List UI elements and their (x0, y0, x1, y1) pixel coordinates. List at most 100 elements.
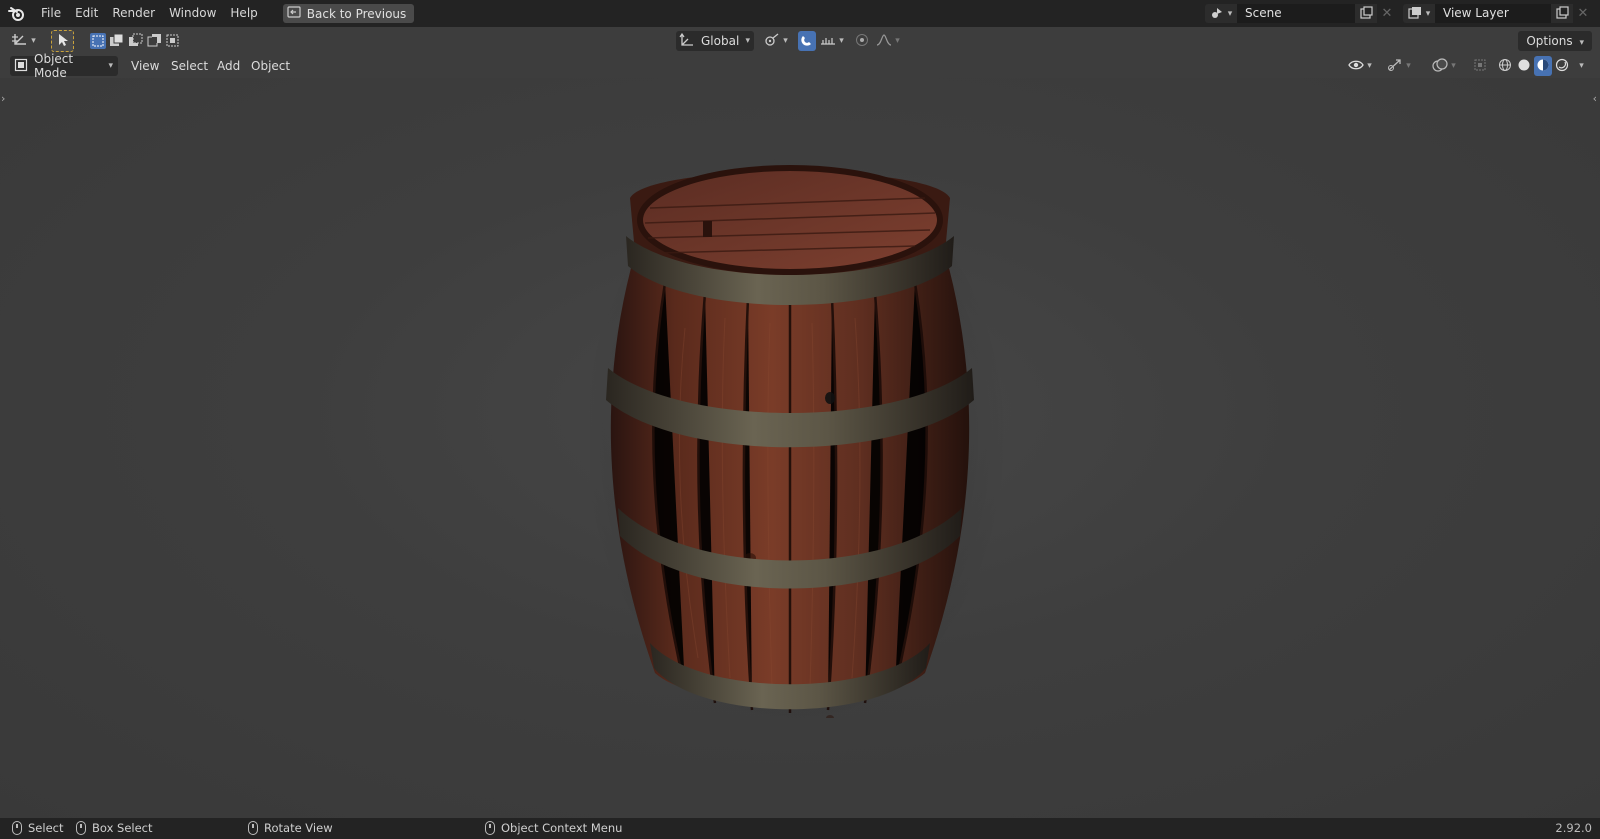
shading-solid-button[interactable] (1515, 56, 1533, 76)
gizmo-icon (1387, 58, 1403, 75)
rendered-sphere-icon (1555, 58, 1569, 75)
mouse-right-icon (485, 821, 495, 835)
mouse-middle-icon (248, 821, 258, 835)
blender-logo-icon[interactable] (0, 0, 34, 27)
menu-help[interactable]: Help (223, 0, 264, 27)
editor-type-button[interactable]: ▾ (8, 31, 40, 51)
shading-options-dropdown[interactable]: ▾ (1572, 56, 1588, 76)
viewport-icon (12, 33, 28, 50)
xray-icon (1473, 58, 1487, 75)
snap-toggle-button[interactable] (798, 31, 816, 51)
proportional-editing-button[interactable] (853, 31, 871, 51)
overlays-icon (1432, 57, 1448, 75)
viewport-header: Object Mode ▾ View Select Add Object ▾ ▾… (0, 52, 1600, 80)
object-mode-icon (14, 58, 28, 75)
mouse-left-icon (12, 821, 22, 835)
chevron-down-icon: ▾ (1425, 8, 1431, 19)
wireframe-sphere-icon (1498, 58, 1512, 75)
snap-target-dropdown[interactable]: ▾ (817, 31, 847, 51)
selection-mode-group (89, 31, 183, 51)
3d-viewport[interactable]: › ‹ (0, 78, 1600, 818)
object-visibility-dropdown[interactable]: ▾ (1345, 56, 1375, 76)
object-mode-label: Object Mode (34, 52, 74, 80)
version-label: 2.92.0 (1555, 821, 1592, 835)
back-arrow-icon (287, 6, 301, 21)
status-context: Object Context Menu (485, 821, 622, 835)
status-rotate: Rotate View (248, 821, 333, 835)
eye-icon (1348, 59, 1364, 74)
menu-edit[interactable]: Edit (68, 0, 105, 27)
view-layer-browse-button[interactable]: ▾ (1403, 4, 1435, 23)
select-intersect-icon[interactable] (166, 33, 182, 50)
orientation-axes-icon (679, 32, 695, 50)
chevron-down-icon: ▾ (108, 61, 113, 71)
viewport-menu-view[interactable]: View (131, 56, 159, 76)
pivot-link-icon (764, 32, 780, 50)
chevron-down-icon: ▾ (1227, 8, 1233, 19)
select-extend-icon[interactable] (109, 33, 125, 50)
proportional-falloff-dropdown[interactable]: ▾ (873, 31, 903, 51)
chevron-down-icon: ▾ (839, 36, 844, 46)
options-dropdown[interactable]: Options ▾ (1518, 31, 1592, 51)
shading-rendered-button[interactable] (1553, 56, 1571, 76)
overlays-toggle-button[interactable]: ▾ (1426, 56, 1462, 76)
status-select: Select (12, 821, 63, 835)
new-view-layer-button[interactable] (1551, 4, 1573, 23)
view-layer-icon (1408, 6, 1422, 22)
chevron-down-icon: ▾ (1367, 61, 1372, 71)
tweak-tool-button[interactable] (51, 30, 74, 52)
status-box-select: Box Select (76, 821, 153, 835)
proportional-circle-icon (855, 33, 869, 50)
status-bar: Select Box Select Rotate View Object Con… (0, 818, 1600, 839)
chevron-down-icon: ▾ (745, 36, 750, 46)
status-rotate-label: Rotate View (264, 821, 333, 835)
tool-header: ▾ Global ▾ ▾ ▾ ▾ Options ▾ (0, 27, 1600, 54)
chevron-down-icon: ▾ (783, 36, 788, 46)
chevron-down-icon: ▾ (1451, 61, 1456, 71)
duplicate-icon (1555, 5, 1569, 22)
chevron-down-icon: ▾ (31, 36, 36, 46)
delete-scene-close-icon[interactable]: ✕ (1377, 4, 1397, 23)
select-subtract-icon[interactable] (128, 33, 144, 50)
scene-selector: ▾ Scene ✕ (1205, 4, 1397, 23)
top-bar: File Edit Render Window Help Back to Pre… (0, 0, 1600, 27)
shading-material-button[interactable] (1534, 56, 1552, 76)
new-scene-button[interactable] (1355, 4, 1377, 23)
falloff-curve-icon (876, 33, 892, 49)
gizmo-toggle-button[interactable]: ▾ (1381, 56, 1417, 76)
cursor-arrow-icon (57, 33, 69, 50)
view-layer-name-field[interactable]: View Layer (1435, 4, 1551, 23)
duplicate-icon (1359, 5, 1373, 22)
scene-browse-button[interactable]: ▾ (1205, 4, 1237, 23)
chevron-down-icon: ▾ (1579, 61, 1584, 71)
select-new-icon[interactable] (90, 33, 106, 49)
menu-window[interactable]: Window (162, 0, 223, 27)
orientation-label: Global (701, 34, 740, 48)
status-context-label: Object Context Menu (501, 821, 623, 835)
chevron-down-icon: ▾ (895, 36, 900, 46)
viewport-menu-object[interactable]: Object (251, 56, 290, 76)
chevron-down-icon: ▾ (1406, 61, 1411, 71)
status-box-select-label: Box Select (92, 821, 153, 835)
pivot-point-dropdown[interactable]: ▾ (761, 31, 791, 51)
menu-render[interactable]: Render (105, 0, 162, 27)
sidebar-expand-chevron-left-icon[interactable]: ‹ (1593, 92, 1597, 105)
mouse-drag-icon (76, 821, 86, 835)
toolbar-expand-chevron-right-icon[interactable]: › (1, 92, 5, 105)
material-sphere-icon (1536, 58, 1550, 75)
transform-orientation-dropdown[interactable]: Global ▾ (676, 31, 754, 51)
viewport-menu-add[interactable]: Add (217, 56, 240, 76)
options-label: Options (1526, 34, 1573, 48)
back-to-previous-button[interactable]: Back to Previous (282, 4, 415, 23)
viewport-menu-select[interactable]: Select (171, 56, 208, 76)
view-layer-selector: ▾ View Layer ✕ (1403, 4, 1593, 23)
menu-file[interactable]: File (34, 0, 68, 27)
barrel-model[interactable] (590, 158, 1010, 718)
shading-wireframe-button[interactable] (1496, 56, 1514, 76)
magnet-icon (800, 33, 814, 50)
object-mode-dropdown[interactable]: Object Mode ▾ (10, 52, 118, 80)
delete-view-layer-close-icon[interactable]: ✕ (1573, 4, 1593, 23)
xray-toggle-button[interactable] (1471, 56, 1489, 76)
select-invert-icon[interactable] (147, 33, 163, 50)
scene-name-field[interactable]: Scene (1237, 4, 1355, 23)
